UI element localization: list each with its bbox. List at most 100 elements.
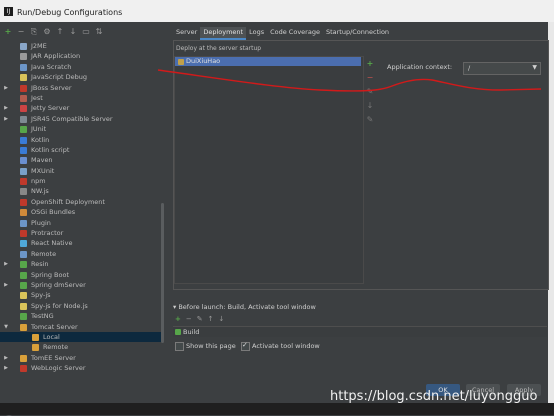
tree-item[interactable]: ▶ Jetty Server	[0, 103, 164, 113]
config-type-icon	[20, 167, 27, 175]
tree-item[interactable]: Local	[0, 331, 164, 343]
config-type-icon	[20, 84, 27, 92]
tree-item-label: NW.js	[31, 187, 49, 196]
tree-item-label: Protractor	[31, 229, 64, 238]
tree-item[interactable]: TestNG	[0, 311, 164, 321]
move-down-icon[interactable]: ↓	[68, 27, 78, 37]
tree-item-label: npm	[31, 177, 46, 186]
show-page-checkbox[interactable]	[175, 342, 184, 351]
tree-item[interactable]: Spring Boot	[0, 270, 164, 280]
tree-item[interactable]: Maven	[0, 155, 164, 165]
config-editor: Server Deployment Logs Code Coverage Startup…	[168, 22, 549, 415]
tree-item[interactable]: Remote	[0, 342, 164, 352]
tree-item[interactable]: ▶ WebLogic Server	[0, 363, 164, 373]
deployment-item[interactable]: DuiXiuHao	[175, 57, 361, 66]
tree-item[interactable]: NW.js	[0, 186, 164, 196]
tree-item[interactable]: JavaScript Debug	[0, 72, 164, 82]
tree-item[interactable]: ▶ TomEE Server	[0, 353, 164, 363]
tree-item-label: J2ME	[31, 42, 47, 50]
remove-icon[interactable]: −	[16, 27, 26, 37]
tree-toolbar: + − ⎘ ⚙ ↑ ↓ ▭ ⇅	[3, 27, 104, 39]
tree-item[interactable]: Jest	[0, 93, 164, 103]
expand-arrow-icon[interactable]: ▶	[3, 83, 9, 93]
tree-item[interactable]: Spy-js for Node.js	[0, 301, 164, 311]
tree-item[interactable]: ▶ Spring dmServer	[0, 280, 164, 290]
config-type-icon	[20, 198, 27, 206]
edit-deployment-icon[interactable]: ✎	[365, 87, 375, 101]
config-type-icon	[20, 292, 27, 300]
tab-logs[interactable]: Logs	[246, 27, 267, 38]
tree-item[interactable]: J2ME	[0, 41, 164, 51]
tree-item[interactable]: OpenShift Deployment	[0, 197, 164, 207]
move-up-task-icon[interactable]: ↑	[208, 315, 214, 323]
application-context-select[interactable]: / ▼	[463, 62, 541, 75]
tree-item-label: Spy-js for Node.js	[31, 301, 88, 310]
tree-item[interactable]: ▶ Resin	[0, 259, 164, 269]
remove-task-icon[interactable]: −	[186, 315, 192, 323]
edit-task-icon[interactable]: ✎	[197, 315, 203, 323]
tree-item[interactable]: OSGi Bundles	[0, 207, 164, 217]
tree-item[interactable]: Kotlin script	[0, 145, 164, 155]
tree-item[interactable]: ▶ JBoss Server	[0, 83, 164, 93]
tree-item-label: Spring Boot	[31, 270, 70, 279]
folder-icon[interactable]: ▭	[81, 27, 91, 37]
application-context-label: Application context:	[387, 63, 453, 71]
tree-item[interactable]: React Native	[0, 238, 164, 248]
tree-item[interactable]: Plugin	[0, 218, 164, 228]
tree-item[interactable]: MXUnit	[0, 166, 164, 176]
expand-arrow-icon[interactable]: ▶	[3, 259, 9, 269]
expand-arrow-icon[interactable]: ▶	[3, 280, 9, 290]
config-type-icon	[20, 146, 27, 154]
tree-item-label: TomEE Server	[31, 353, 76, 362]
activate-tool-window-checkbox[interactable]	[241, 341, 250, 351]
before-launch-list[interactable]: Build	[173, 326, 547, 337]
before-launch-item[interactable]: Build	[183, 327, 199, 337]
move-down-task-icon[interactable]: ↓	[219, 315, 225, 323]
expand-arrow-icon[interactable]: ▶	[3, 114, 9, 124]
deployment-tools: + − ✎ ↓ ✎	[365, 59, 375, 129]
config-type-icon	[20, 43, 27, 50]
tree-item[interactable]: ▼ Tomcat Server	[0, 322, 164, 332]
tree-item-label: WebLogic Server	[31, 364, 86, 373]
tab-code-coverage[interactable]: Code Coverage	[267, 27, 323, 38]
tree-item[interactable]: Protractor	[0, 228, 164, 238]
tab-startup-connection[interactable]: Startup/Connection	[323, 27, 392, 38]
activate-tool-window-label: Activate tool window	[252, 342, 320, 350]
tree-item[interactable]: Kotlin	[0, 135, 164, 145]
tree-item[interactable]: Remote	[0, 249, 164, 259]
tree-item-label: MXUnit	[31, 166, 55, 175]
tree-item[interactable]: Java Scratch	[0, 62, 164, 72]
tree-item[interactable]: npm	[0, 176, 164, 186]
tree-item-label: Kotlin	[31, 135, 50, 144]
expand-arrow-icon[interactable]: ▶	[3, 353, 9, 363]
before-launch-header[interactable]: ▾ Before launch: Build, Activate tool wi…	[173, 303, 316, 311]
expand-arrow-icon[interactable]: ▼	[3, 322, 9, 332]
tree-item[interactable]: JAR Application	[0, 51, 164, 61]
tab-server[interactable]: Server	[173, 27, 200, 38]
add-icon[interactable]: +	[3, 27, 13, 37]
config-type-icon	[20, 63, 27, 71]
deployment-item-label: DuiXiuHao	[186, 57, 221, 65]
tree-item-label: Kotlin script	[31, 145, 70, 154]
move-down-deployment-icon[interactable]: ↓	[365, 101, 375, 115]
expand-arrow-icon[interactable]: ▶	[3, 103, 9, 113]
tab-deployment[interactable]: Deployment	[200, 27, 247, 40]
taskbar	[0, 403, 554, 415]
tree-item[interactable]: ▶ JSR45 Compatible Server	[0, 114, 164, 124]
edit-artifact-icon[interactable]: ✎	[365, 115, 375, 129]
add-task-icon[interactable]: +	[175, 315, 181, 323]
move-up-icon[interactable]: ↑	[55, 27, 65, 37]
add-deployment-icon[interactable]: +	[365, 59, 375, 73]
title-bar: IJ Run/Debug Configurations	[0, 0, 554, 22]
tree-scrollbar[interactable]	[161, 203, 164, 343]
tree-item[interactable]: Spy-js	[0, 290, 164, 300]
deployment-list[interactable]: DuiXiuHao	[174, 56, 364, 284]
remove-deployment-icon[interactable]: −	[365, 73, 375, 87]
copy-icon[interactable]: ⎘	[29, 27, 39, 37]
settings-icon[interactable]: ⚙	[42, 27, 52, 37]
expand-arrow-icon[interactable]: ▶	[3, 363, 9, 373]
sort-icon[interactable]: ⇅	[94, 27, 104, 37]
tree-item-label: OpenShift Deployment	[31, 197, 105, 206]
config-type-icon	[20, 115, 27, 123]
tree-item[interactable]: JUnit	[0, 124, 164, 134]
